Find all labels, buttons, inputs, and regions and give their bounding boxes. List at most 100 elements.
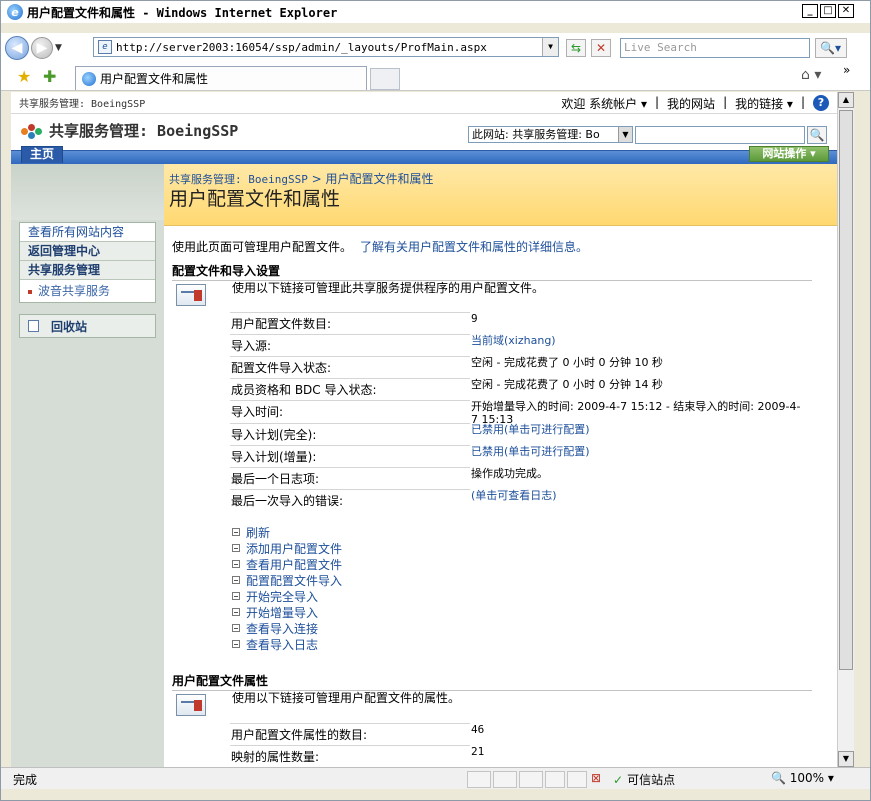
view-log-link[interactable]: (单击可查看日志) [471, 489, 831, 502]
separator: | [655, 95, 660, 109]
top-nav-bar: 主页 网站操作 ▾ [11, 146, 837, 164]
row-key: 导入计划(增量): [230, 445, 470, 465]
row-key: 成员资格和 BDC 导入状态: [230, 378, 470, 398]
back-button[interactable]: ◀ [5, 36, 29, 60]
live-search-input[interactable]: Live Search [620, 38, 810, 58]
stop-button[interactable]: ✕ [591, 39, 611, 57]
row-value: 空闲 - 完成花费了 0 小时 0 分钟 14 秒 [471, 378, 663, 391]
row-key: 导入源: [230, 334, 470, 354]
learn-more-link[interactable]: 了解有关用户配置文件和属性的详细信息。 [360, 240, 588, 254]
row-key: 用户配置文件数目: [230, 312, 470, 332]
home-tab[interactable]: 主页 [21, 146, 63, 163]
page-icon: e [98, 40, 112, 54]
scroll-thumb[interactable] [839, 110, 853, 670]
close-button[interactable]: ✕ [838, 4, 854, 18]
view-import-connections-link[interactable]: 查看导入连接 [232, 620, 342, 636]
forward-button[interactable]: ▶ [31, 37, 53, 59]
row-key: 配置文件导入状态: [230, 356, 470, 376]
row-key: 导入计划(完全): [230, 423, 470, 443]
last-import-errors-row: 最后一次导入的错误: (单击可查看日志) [230, 489, 836, 511]
address-text: http://server2003:16054/ssp/admin/_layou… [116, 40, 487, 54]
scroll-up-button[interactable]: ▲ [838, 92, 854, 108]
configure-import-link[interactable]: 配置配置文件导入 [232, 572, 342, 588]
refresh-button[interactable]: ⇆ [566, 39, 586, 57]
row-value: 21 [471, 745, 485, 758]
nav-view-all-content[interactable]: 查看所有网站内容 [20, 223, 155, 242]
incremental-schedule-link[interactable]: 已禁用(单击可进行配置) [471, 445, 831, 458]
recycle-bin-link[interactable]: 回收站 [19, 314, 156, 338]
browser-tab[interactable]: 用户配置文件和属性 [75, 66, 367, 90]
nav-boeing-shared-services[interactable]: 波音共享服务 [20, 280, 155, 302]
scroll-down-button[interactable]: ▼ [838, 751, 854, 767]
site-search-button[interactable]: 🔍 [807, 126, 827, 144]
site-search-input[interactable] [635, 126, 805, 144]
site-title: 共享服务管理: BoeingSSP [49, 122, 239, 140]
add-favorites-icon[interactable]: ✚ [43, 67, 56, 86]
welcome-menu[interactable]: 欢迎 系统帐户 ▾ [561, 95, 647, 112]
add-user-profile-link[interactable]: 添加用户配置文件 [232, 540, 342, 556]
security-zone[interactable]: ✓ 可信站点 [613, 771, 675, 788]
status-cell [467, 771, 491, 788]
address-bar[interactable]: e http://server2003:16054/ssp/admin/_lay… [93, 37, 559, 57]
row-key: 最后一个日志项: [230, 467, 470, 487]
full-schedule-link[interactable]: 已禁用(单击可进行配置) [471, 423, 831, 436]
section-properties-icon [176, 694, 206, 716]
sp-global-bar: 共享服务管理: BoeingSSP 欢迎 系统帐户 ▾ | 我的网站 | 我的链… [11, 92, 837, 114]
mapped-property-count-row: 映射的属性数量: 21 [230, 745, 836, 767]
nav-shared-services-admin[interactable]: 共享服务管理 [20, 261, 155, 280]
global-breadcrumb[interactable]: 共享服务管理: BoeingSSP [19, 95, 145, 110]
search-scope-select[interactable]: 此网站: 共享服务管理: Bo ▼ [468, 126, 633, 143]
view-user-profiles-link[interactable]: 查看用户配置文件 [232, 556, 342, 572]
minimize-button[interactable]: _ [802, 4, 818, 18]
my-site-link[interactable]: 我的网站 [667, 95, 715, 112]
new-tab-button[interactable] [370, 68, 400, 90]
address-dropdown-icon[interactable]: ▼ [542, 38, 558, 56]
op-label: 开始增量导入 [246, 605, 319, 620]
home-icon[interactable]: ⌂ ▾ [801, 67, 821, 83]
zoom-control[interactable]: 🔍 100% ▾ [771, 771, 834, 785]
search-scope-value: 此网站: 共享服务管理: Bo [472, 128, 600, 141]
refresh-link[interactable]: 刷新 [232, 524, 342, 540]
bullet-icon [232, 560, 240, 568]
start-full-import-link[interactable]: 开始完全导入 [232, 588, 342, 604]
site-actions-menu[interactable]: 网站操作 ▾ [749, 146, 829, 162]
my-links-menu[interactable]: 我的链接 ▾ [735, 95, 793, 112]
view-import-log-link[interactable]: 查看导入日志 [232, 636, 342, 652]
chevron-more-icon[interactable]: » [843, 63, 850, 77]
favorites-star-icon[interactable]: ★ [17, 67, 31, 86]
row-value: 9 [471, 312, 478, 325]
vertical-scrollbar[interactable]: ▲ ▼ [837, 92, 854, 767]
bullet-icon [28, 289, 32, 294]
nav-boeing-label: 波音共享服务 [38, 284, 111, 298]
help-icon[interactable]: ? [813, 95, 829, 111]
op-label: 添加用户配置文件 [246, 541, 343, 556]
left-nav-band [11, 164, 164, 220]
zoom-icon: 🔍 [771, 771, 786, 785]
page-viewport: 共享服务管理: BoeingSSP 欢迎 系统帐户 ▾ | 我的网站 | 我的链… [11, 92, 837, 767]
import-source-link[interactable]: 当前域(xizhang) [471, 334, 831, 347]
history-dropdown-icon[interactable]: ▼ [55, 43, 62, 53]
status-text: 完成 [13, 773, 38, 787]
nav-back-to-central-admin[interactable]: 返回管理中心 [20, 242, 155, 261]
profile-count-row: 用户配置文件数目: 9 [230, 312, 836, 334]
section1-description: 使用以下链接可管理此共享服务提供程序的用户配置文件。 [232, 281, 545, 295]
browser-window: e 用户配置文件和属性 - Windows Internet Explorer … [0, 0, 871, 801]
bullet-icon [232, 592, 240, 600]
status-bar: 完成 ⊠ ✓ 可信站点 🔍 100% ▾ [1, 767, 870, 789]
tab-ie-icon [82, 71, 96, 86]
status-cell [519, 771, 543, 788]
left-nav-list: 查看所有网站内容 返回管理中心 共享服务管理 波音共享服务 [19, 222, 156, 303]
bullet-icon [232, 624, 240, 632]
maximize-button[interactable]: □ [820, 4, 836, 18]
profile-import-status-row: 配置文件导入状态: 空闲 - 完成花费了 0 小时 0 分钟 10 秒 [230, 356, 836, 378]
start-incremental-import-link[interactable]: 开始增量导入 [232, 604, 342, 620]
last-log-entry-row: 最后一个日志项: 操作成功完成。 [230, 467, 836, 489]
separator: | [723, 95, 728, 109]
intro-text: 使用此页面可管理用户配置文件。 了解有关用户配置文件和属性的详细信息。 [172, 238, 588, 255]
title-bar: e 用户配置文件和属性 - Windows Internet Explorer … [1, 1, 870, 23]
search-button[interactable]: 🔍▾ [815, 38, 847, 58]
row-value: 46 [471, 723, 485, 736]
page-title: 用户配置文件和属性 [169, 188, 341, 210]
row-key: 导入时间: [230, 400, 470, 420]
ie-logo-icon: e [7, 4, 23, 20]
